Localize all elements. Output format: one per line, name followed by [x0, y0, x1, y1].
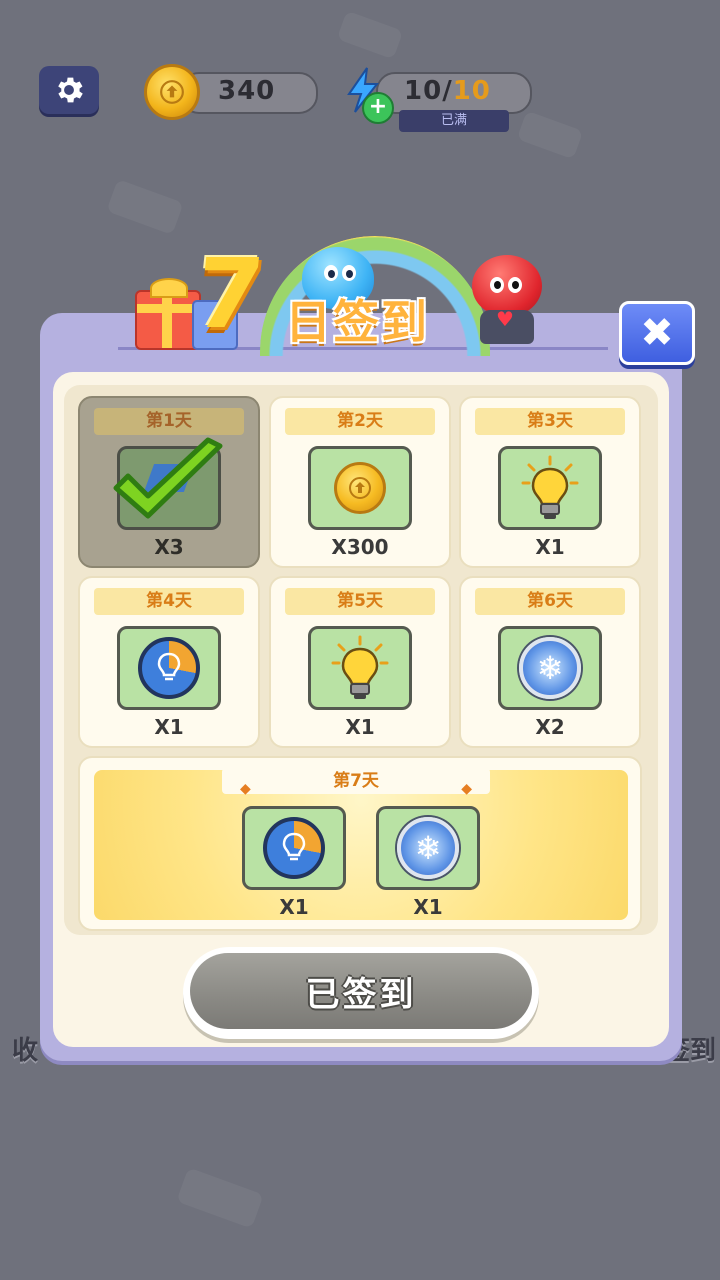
reward-quantity: X1 — [413, 895, 443, 919]
day-card-1[interactable]: 第1天 X3 — [78, 396, 260, 568]
coin-icon — [144, 64, 200, 120]
day-label: 第5天 — [285, 588, 435, 615]
signed-in-button-label: 已签到 — [305, 974, 417, 1015]
reward-tile — [242, 806, 346, 890]
checkmark-icon — [113, 437, 223, 519]
reward-tile — [308, 626, 412, 710]
reward-quantity: X3 — [154, 535, 184, 559]
day-card-5[interactable]: 第5天 X1 — [269, 576, 451, 748]
day-label: 第2天 — [285, 408, 435, 435]
gear-icon — [58, 77, 83, 103]
lightbulb-icon — [331, 635, 389, 699]
reward-tile: ❄ — [376, 806, 480, 890]
lightbulb-icon — [521, 455, 579, 519]
gift-bow-decoration — [150, 278, 188, 298]
energy-amount: 10/10 — [404, 76, 491, 106]
day-card-2[interactable]: 第2天 X300 — [269, 396, 451, 568]
day-label: ◆ 第7天 ◆ — [222, 768, 490, 797]
title-number: 7 — [190, 238, 269, 350]
reward-quantity: X1 — [345, 715, 375, 739]
background-decoration — [336, 10, 404, 60]
hint-clock-icon — [263, 817, 325, 879]
day-label: 第4天 — [94, 588, 244, 615]
reward-quantity: X300 — [331, 535, 389, 559]
background-decoration — [106, 179, 184, 235]
day-card-4[interactable]: 第4天 X1 — [78, 576, 260, 748]
reward-tile — [117, 626, 221, 710]
day7-label-text: 第7天 — [333, 771, 379, 791]
coin-icon — [334, 462, 386, 514]
settings-button[interactable] — [39, 66, 99, 114]
energy-current: 10 — [404, 76, 443, 106]
reward-quantity: X1 — [154, 715, 184, 739]
background-decoration — [176, 1167, 264, 1229]
coin-amount: 340 — [218, 76, 276, 106]
close-icon: ✖ — [640, 310, 674, 356]
day-card-7[interactable]: ◆ 第7天 ◆ X1 ❄ X1 — [78, 756, 642, 931]
signed-in-button[interactable]: 已签到 — [183, 947, 539, 1039]
side-menu-left-label: 收 — [12, 1036, 39, 1066]
diamond-icon: ◆ — [240, 781, 251, 797]
hint-clock-icon — [138, 637, 200, 699]
energy-separator: / — [442, 76, 453, 106]
energy-max: 10 — [452, 76, 491, 106]
red-mascot: ♥ — [468, 255, 548, 345]
close-button[interactable]: ✖ — [619, 301, 695, 365]
add-energy-button[interactable]: + — [362, 92, 394, 124]
reward-quantity: X1 — [535, 535, 565, 559]
freeze-timer-icon: ❄ — [519, 637, 581, 699]
background-decoration — [516, 110, 584, 160]
reward-tile — [498, 446, 602, 530]
freeze-timer-icon: ❄ — [397, 817, 459, 879]
heart-icon: ♥ — [496, 307, 514, 331]
day-card-6[interactable]: 第6天 ❄ X2 — [459, 576, 641, 748]
reward-tile: ❄ — [498, 626, 602, 710]
reward-tile — [308, 446, 412, 530]
dialog-title: 日签到 — [285, 295, 429, 349]
day-label: 第3天 — [475, 408, 625, 435]
day-card-3[interactable]: 第3天 X1 — [459, 396, 641, 568]
energy-full-badge: 已满 — [399, 110, 509, 132]
reward-quantity: X1 — [279, 895, 309, 919]
day-label: 第1天 — [94, 408, 244, 435]
reward-quantity: X2 — [535, 715, 565, 739]
day-label: 第6天 — [475, 588, 625, 615]
diamond-icon: ◆ — [461, 781, 472, 797]
